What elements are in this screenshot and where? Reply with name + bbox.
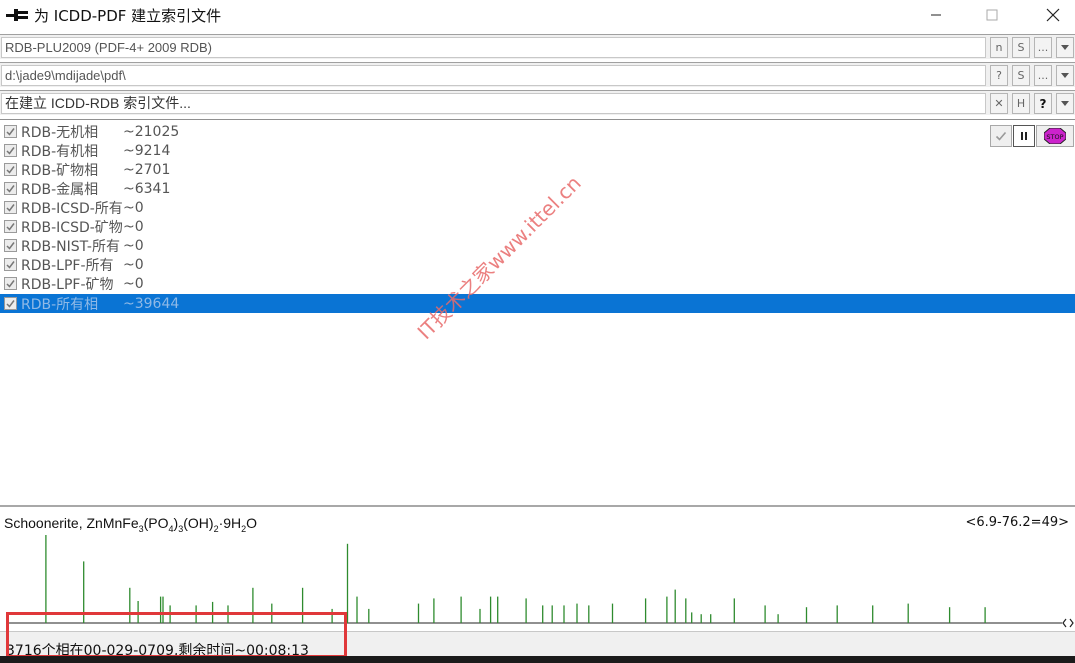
checkbox[interactable] <box>4 182 17 195</box>
list-item-count: ~0 <box>123 256 144 273</box>
list-item[interactable]: RDB-LPF-矿物 ~0 <box>0 274 1075 293</box>
path-s-button[interactable]: S <box>1012 65 1030 86</box>
chevron-down-icon <box>1061 101 1069 106</box>
checkbox[interactable] <box>4 258 17 271</box>
app-icon <box>6 9 28 21</box>
database-dropdown-button[interactable] <box>1056 37 1074 58</box>
check-icon <box>6 204 15 212</box>
checkmark-icon <box>995 131 1007 141</box>
database-field[interactable]: RDB-PLU2009 (PDF-4+ 2009 RDB) <box>1 37 986 58</box>
check-icon <box>6 261 15 269</box>
help-button[interactable]: ? <box>1034 93 1052 114</box>
checkbox[interactable] <box>4 163 17 176</box>
window-title: 为 ICDD-PDF 建立索引文件 <box>34 6 222 25</box>
path-field[interactable]: d:\jade9\mdijade\pdf\ <box>1 65 986 86</box>
list-item-count: ~0 <box>123 199 144 216</box>
stick-pattern <box>8 535 1074 628</box>
list-item-count: ~2701 <box>123 161 171 178</box>
list-item[interactable]: RDB-LPF-所有 ~0 <box>0 255 1075 274</box>
title-bar: 为 ICDD-PDF 建立索引文件 <box>0 0 1075 30</box>
checkbox[interactable] <box>4 125 17 138</box>
path-more-button[interactable]: ... <box>1034 65 1052 86</box>
check-icon <box>6 166 15 174</box>
chevron-down-icon <box>1061 45 1069 50</box>
confirm-button[interactable] <box>990 125 1012 147</box>
h-button[interactable]: H <box>1012 93 1030 114</box>
database-more-button[interactable]: ... <box>1034 37 1052 58</box>
checkbox[interactable] <box>4 144 17 157</box>
path-help-button[interactable]: ? <box>990 65 1008 86</box>
list-item-count: ~0 <box>123 275 144 292</box>
list-item-count: ~9214 <box>123 142 171 159</box>
list-item-count: ~0 <box>123 218 144 235</box>
list-item-name: RDB-所有相 <box>21 296 99 313</box>
stop-icon: STOP <box>1044 128 1066 144</box>
list-item[interactable]: RDB-NIST-所有 ~0 <box>0 236 1075 255</box>
close-button[interactable] <box>1030 0 1075 30</box>
checkbox[interactable] <box>4 220 17 233</box>
list-item-count: ~6341 <box>123 180 171 197</box>
cancel-button[interactable]: ✕ <box>990 93 1008 114</box>
check-icon <box>6 280 15 288</box>
pause-icon <box>1021 132 1027 140</box>
list-item-name: RDB-LPF-所有 <box>21 257 114 274</box>
list-item-name: RDB-无机相 <box>21 124 99 141</box>
list-item-name: RDB-矿物相 <box>21 162 99 179</box>
minimize-button[interactable] <box>913 0 959 30</box>
check-icon <box>6 242 15 250</box>
checkbox[interactable] <box>4 297 17 310</box>
list-item-name: RDB-有机相 <box>21 143 99 160</box>
list-item[interactable]: RDB-有机相 ~9214 <box>0 141 1075 160</box>
list-item-name: RDB-LPF-矿物 <box>21 276 114 293</box>
checkbox[interactable] <box>4 239 17 252</box>
list-item[interactable]: RDB-无机相 ~21025 <box>0 122 1075 141</box>
checkbox[interactable] <box>4 201 17 214</box>
path-dropdown-button[interactable] <box>1056 65 1074 86</box>
database-row: RDB-PLU2009 (PDF-4+ 2009 RDB) n S ... <box>0 34 1075 60</box>
list-item-count: ~21025 <box>123 123 180 140</box>
maximize-icon <box>986 9 998 21</box>
pattern-viewer: Schoonerite, ZnMnFe3(PO4)3(OH)2·9H2O <6.… <box>0 505 1075 631</box>
list-item-name: RDB-NIST-所有 <box>21 238 120 255</box>
check-icon <box>6 128 15 136</box>
database-n-button[interactable]: n <box>990 37 1008 58</box>
database-s-button[interactable]: S <box>1012 37 1030 58</box>
check-icon <box>6 185 15 193</box>
database-list: RDB-无机相 ~21025 RDB-有机相 ~9214 RDB-矿物相 ~27… <box>0 119 1075 505</box>
minimize-icon <box>931 14 941 16</box>
check-icon <box>6 147 15 155</box>
stop-button[interactable]: STOP <box>1036 125 1074 147</box>
list-item-count: ~0 <box>123 237 144 254</box>
check-icon <box>6 300 15 308</box>
checkbox[interactable] <box>4 277 17 290</box>
stop-label: STOP <box>1046 133 1063 141</box>
taskbar-strip <box>0 656 1075 663</box>
list-item[interactable]: RDB-矿物相 ~2701 <box>0 160 1075 179</box>
chevron-down-icon <box>1061 73 1069 78</box>
list-item-selected[interactable]: RDB-所有相 ~39644 <box>0 294 1075 313</box>
pause-button[interactable] <box>1013 125 1035 147</box>
list-item-count: ~39644 <box>123 295 180 312</box>
status-field: 在建立 ICDD-RDB 索引文件... <box>1 93 986 114</box>
maximize-button[interactable] <box>969 0 1015 30</box>
check-icon <box>6 223 15 231</box>
status-row: 在建立 ICDD-RDB 索引文件... ✕ H ? <box>0 90 1075 116</box>
status-dropdown-button[interactable] <box>1056 93 1074 114</box>
scroll-arrows-icon[interactable] <box>1062 618 1074 628</box>
list-item-name: RDB-金属相 <box>21 181 99 198</box>
close-icon <box>1046 8 1060 22</box>
list-item-name: RDB-ICSD-所有 <box>21 200 123 217</box>
path-row: d:\jade9\mdijade\pdf\ ? S ... <box>0 62 1075 88</box>
list-item-name: RDB-ICSD-矿物 <box>21 219 123 236</box>
